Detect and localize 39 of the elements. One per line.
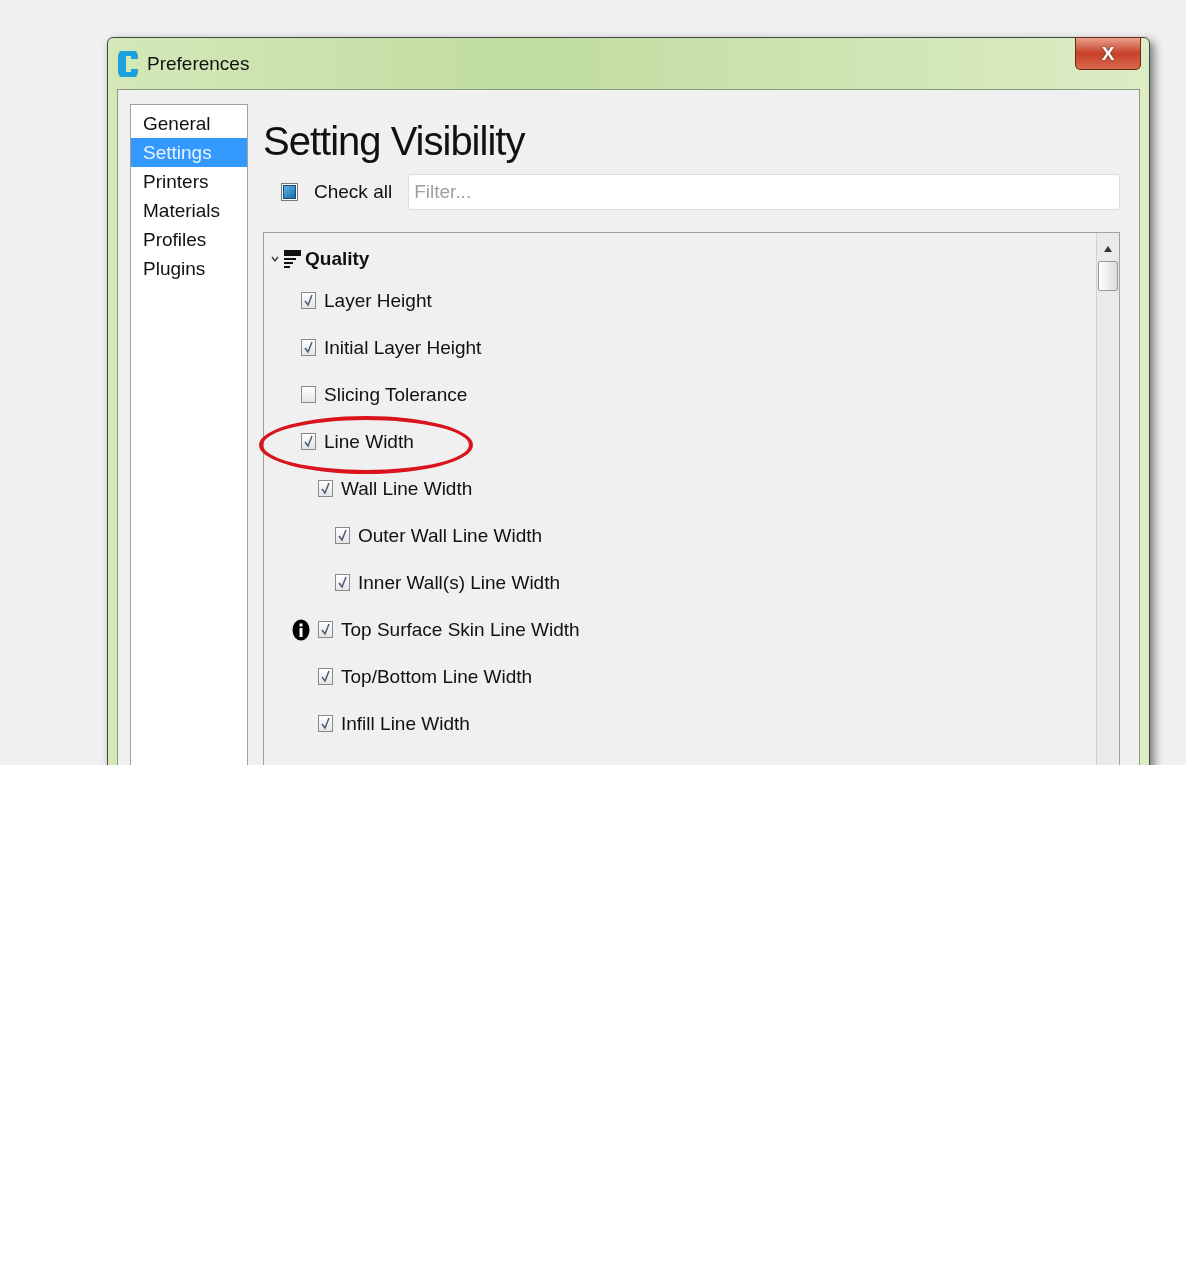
checkbox[interactable]: [335, 527, 350, 544]
app-logo-icon: [117, 48, 139, 79]
scrollbar[interactable]: [1096, 233, 1119, 765]
checkbox[interactable]: [301, 339, 316, 356]
setting-label: Top Surface Skin Line Width: [341, 618, 580, 641]
checkbox[interactable]: [281, 183, 298, 201]
checkbox[interactable]: [301, 433, 316, 450]
expand-chevron-icon[interactable]: [270, 254, 280, 264]
setting-label: Slicing Tolerance: [324, 383, 468, 406]
setting-label: Line Width: [324, 430, 414, 453]
sidebar-item[interactable]: General: [131, 109, 247, 138]
window-title: Preferences: [147, 52, 250, 75]
sidebar-item[interactable]: Printers: [131, 167, 247, 196]
check-all-label: Check all: [314, 181, 393, 203]
setting-label: Initial Layer Height: [324, 336, 482, 359]
setting-label: Outer Wall Line Width: [358, 524, 543, 547]
sidebar-item[interactable]: Plugins: [131, 254, 247, 283]
page-title: Setting Visibility: [263, 118, 526, 164]
setting-label: Inner Wall(s) Line Width: [358, 571, 561, 594]
category-icon: [282, 248, 302, 270]
info-icon[interactable]: [292, 618, 310, 641]
setting-label: Layer Height: [324, 289, 432, 312]
category-label: Quality: [305, 248, 370, 270]
checkbox[interactable]: [318, 621, 333, 638]
checkbox[interactable]: [335, 574, 350, 591]
sidebar-item[interactable]: Profiles: [131, 225, 247, 254]
setting-label: Top/Bottom Line Width: [341, 665, 533, 688]
setting-label: Wall Line Width: [341, 477, 473, 500]
checkbox[interactable]: [318, 715, 333, 732]
close-button[interactable]: X: [1075, 37, 1141, 70]
scrollbar-thumb[interactable]: [1098, 261, 1118, 291]
checkbox[interactable]: [318, 668, 333, 685]
filter-field[interactable]: Filter...: [408, 174, 1120, 210]
checkbox[interactable]: [301, 292, 316, 309]
scroll-up-icon[interactable]: [1103, 245, 1113, 253]
checkbox[interactable]: [318, 480, 333, 497]
checkbox[interactable]: [301, 386, 316, 403]
sidebar-item[interactable]: Materials: [131, 196, 247, 225]
setting-label: Infill Line Width: [341, 712, 470, 735]
